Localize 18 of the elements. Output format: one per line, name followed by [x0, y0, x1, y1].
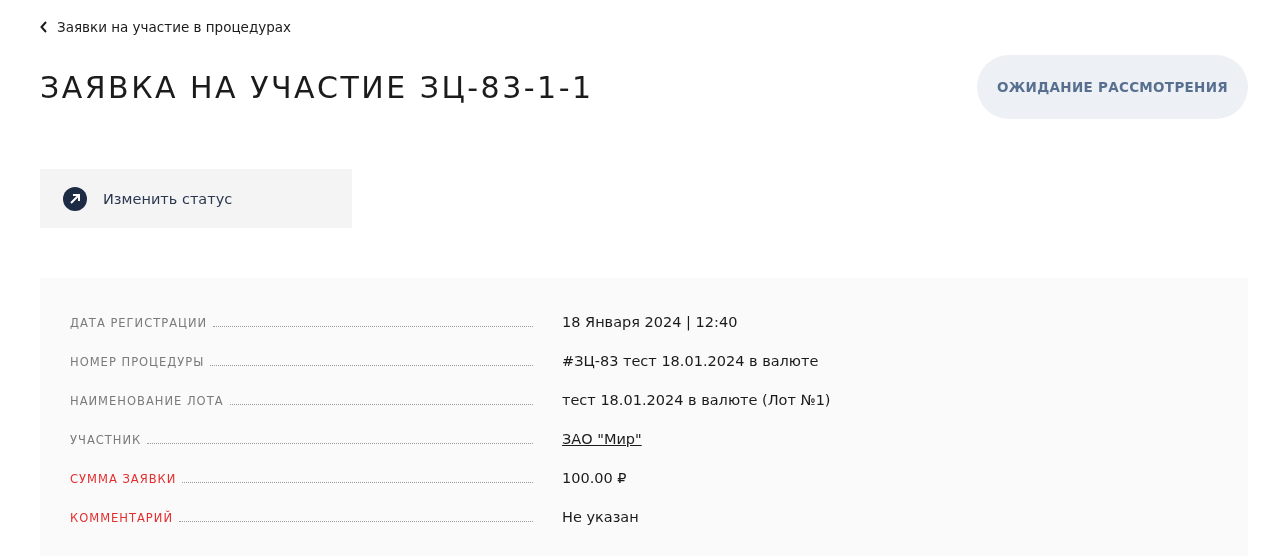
status-badge: ОЖИДАНИЕ РАССМОТРЕНИЯ	[977, 55, 1248, 119]
field-value: тест 18.01.2024 в валюте (Лот №1)	[562, 392, 831, 408]
field-label: НОМЕР ПРОЦЕДУРЫ	[70, 355, 205, 369]
chevron-left-icon	[40, 21, 48, 33]
participant-link[interactable]: ЗАО "Мир"	[562, 431, 642, 447]
page-title: ЗАЯВКА НА УЧАСТИЕ ЗЦ-83-1-1	[40, 69, 594, 105]
field-label: УЧАСТНИК	[70, 433, 142, 447]
field-value: 100.00 ₽	[562, 470, 627, 486]
field-value: Не указан	[562, 509, 639, 525]
arrow-up-right-icon	[63, 186, 87, 211]
field-value: 18 Января 2024 | 12:40	[562, 314, 738, 330]
field-label: СУММА ЗАЯВКИ	[70, 472, 177, 486]
field-label: ДАТА РЕГИСТРАЦИИ	[70, 316, 208, 330]
field-label: КОММЕНТАРИЙ	[70, 511, 173, 525]
field-label: НАИМЕНОВАНИЕ ЛОТА	[70, 394, 224, 408]
back-link[interactable]: Заявки на участие в процедурах	[40, 19, 292, 35]
field-value: #ЗЦ-83 тест 18.01.2024 в валюте	[562, 353, 819, 369]
change-status-button[interactable]: Изменить статус	[40, 169, 352, 228]
